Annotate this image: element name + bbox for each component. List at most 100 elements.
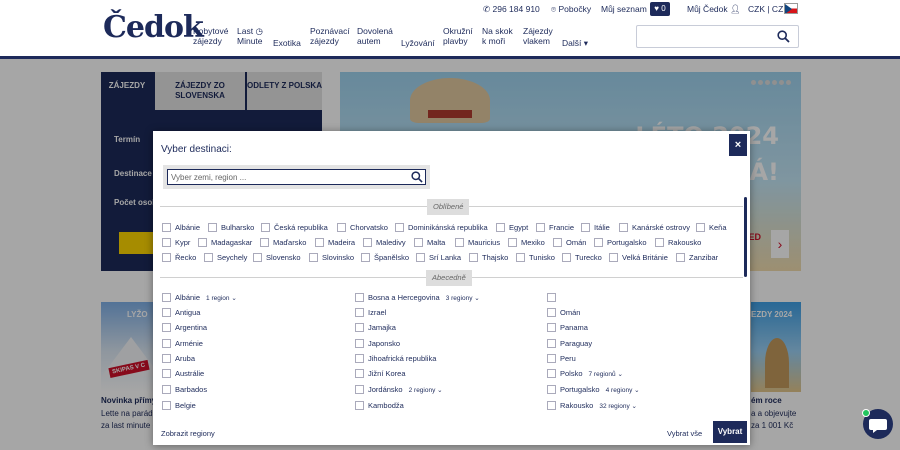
region-dropdown[interactable]: 3 regiony ⌄ <box>446 295 480 302</box>
scrollbar[interactable] <box>744 197 747 277</box>
region-dropdown[interactable]: 32 regiony ⌄ <box>599 403 637 410</box>
chevron-down-icon: ⌄ <box>631 403 637 410</box>
phone-link[interactable]: ✆ 296 184 910 <box>483 4 540 15</box>
checkbox-australie[interactable]: Austrálie <box>162 369 204 378</box>
user-icon: 👤︎ <box>730 4 741 14</box>
region-dropdown[interactable]: 2 regiony ⌄ <box>409 387 443 394</box>
checkbox-oman[interactable]: Omán <box>553 238 586 247</box>
checkbox-col3-partial[interactable] <box>547 293 560 302</box>
nav-item-zajezdy-vlakem[interactable]: Zájezdy vlakem <box>523 26 553 46</box>
location-pin-icon: ⌾ <box>551 4 557 14</box>
checkbox-jihoafricka-republika[interactable]: Jihoafrická republika <box>355 354 436 363</box>
checkbox-mexiko[interactable]: Mexiko <box>508 238 545 247</box>
checkbox-rakousko-alpha[interactable]: Rakousko 32 regiony ⌄ <box>547 401 637 410</box>
checkbox-spanelsko[interactable]: Španělsko <box>361 253 409 262</box>
checkbox-portugalsko-alpha[interactable]: Portugalsko 4 regiony ⌄ <box>547 385 640 394</box>
checkbox-turecko[interactable]: Turecko <box>562 253 602 262</box>
region-dropdown[interactable]: 1 region ⌄ <box>206 295 237 302</box>
checkbox-madeira[interactable]: Madeira <box>315 238 355 247</box>
checkbox-albanie[interactable]: Albánie <box>162 223 200 232</box>
section-alpha-label: Abecedně <box>426 270 472 286</box>
checkbox-mauricius[interactable]: Mauricius <box>455 238 500 247</box>
checkbox-slovensko[interactable]: Slovensko <box>253 253 301 262</box>
checkbox-kambodza[interactable]: Kambodža <box>355 401 404 410</box>
checkbox-sri-lanka[interactable]: Srí Lanka <box>416 253 461 262</box>
heart-icon: ♥ <box>654 4 660 13</box>
checkbox-recko[interactable]: Řecko <box>162 253 196 262</box>
search-icon[interactable] <box>777 30 790 43</box>
checkbox-japonsko[interactable]: Japonsko <box>355 339 400 348</box>
section-popular-header: Oblíbené <box>153 199 743 215</box>
checkbox-portugalsko[interactable]: Portugalsko <box>594 238 647 247</box>
checkbox-jordansko[interactable]: Jordánsko 2 regiony ⌄ <box>355 385 443 394</box>
checkbox-polsko[interactable]: Polsko 7 regionů ⌄ <box>547 369 623 378</box>
checkbox-maledivy[interactable]: Maledivy <box>363 238 406 247</box>
checkbox-aruba[interactable]: Aruba <box>162 354 195 363</box>
region-dropdown[interactable]: 7 regionů ⌄ <box>589 371 623 378</box>
nav-item-exotika[interactable]: Exotika <box>273 38 301 48</box>
checkbox-tunisko[interactable]: Tunisko <box>516 253 555 262</box>
checkbox-zanzibar[interactable]: Zanzibar <box>676 253 718 262</box>
checkbox-egypt[interactable]: Egypt <box>496 223 528 232</box>
checkbox-italie[interactable]: Itálie <box>581 223 610 232</box>
czech-flag-icon[interactable] <box>784 3 798 14</box>
checkbox-antigua[interactable]: Antigua <box>162 308 200 317</box>
checkbox-thajsko[interactable]: Thajsko <box>469 253 508 262</box>
close-button[interactable]: × <box>729 134 747 156</box>
checkbox-paraguay[interactable]: Paraguay <box>547 339 592 348</box>
checkbox-chorvatsko[interactable]: Chorvatsko <box>337 223 388 232</box>
checkbox-barbados[interactable]: Barbados <box>162 385 207 394</box>
nav-item-dalsi[interactable]: Další ▾ <box>562 38 588 48</box>
checkbox-kanarske-ostrovy[interactable]: Kanárské ostrovy <box>619 223 690 232</box>
checkbox-bosna-a-hercegovina[interactable]: Bosna a Hercegovina 3 regiony ⌄ <box>355 293 480 302</box>
checkbox-dominikanska-republika[interactable]: Dominikánská republika <box>395 223 488 232</box>
checkbox-argentina[interactable]: Argentina <box>162 323 207 332</box>
checkbox-rakousko[interactable]: Rakousko <box>655 238 701 247</box>
close-icon: × <box>734 139 742 151</box>
select-button[interactable]: Vybrat <box>713 421 747 443</box>
checkbox-seychely[interactable]: Seychely <box>204 253 247 262</box>
nav-item-na-skok-k-mori[interactable]: Na skok k moři <box>482 26 513 46</box>
cedok-logo[interactable]: Čedok <box>103 10 204 45</box>
checkbox-peru[interactable]: Peru <box>547 354 576 363</box>
my-list-link[interactable]: Můj seznam <box>601 4 647 14</box>
section-popular-label: Oblíbené <box>427 199 470 215</box>
checkbox-armenie[interactable]: Arménie <box>162 339 203 348</box>
checkbox-kena[interactable]: Keňa <box>696 223 727 232</box>
checkbox-belgie[interactable]: Belgie <box>162 401 196 410</box>
my-cedok-link[interactable]: Můj Čedok 👤︎ <box>687 4 741 15</box>
branches-link[interactable]: ⌾ Pobočky <box>551 4 591 15</box>
nav-item-dovolena-autem[interactable]: Dovolená autem <box>357 26 393 46</box>
checkbox-jizni-korea[interactable]: Jižní Korea <box>355 369 406 378</box>
nav-item-last-minute[interactable]: Last ◷ Minute <box>237 26 263 46</box>
nav-item-pobytove-zajezdy[interactable]: Pobytové zájezdy <box>193 26 228 46</box>
clock-icon: ◷ <box>255 26 263 36</box>
checkbox-oman-alpha[interactable]: Omán <box>547 308 580 317</box>
select-all-link[interactable]: Vybrat vše <box>667 429 702 438</box>
nav-item-lyzovani[interactable]: Lyžování <box>401 38 435 48</box>
checkbox-izrael[interactable]: Izrael <box>355 308 386 317</box>
checkbox-slovinsko[interactable]: Slovinsko <box>309 253 354 262</box>
nav-item-poznavaci-zajezdy[interactable]: Poznávací zájezdy <box>310 26 350 46</box>
region-dropdown[interactable]: 4 regiony ⌄ <box>606 387 640 394</box>
checkbox-albanie-alpha[interactable]: Albánie 1 region ⌄ <box>162 293 237 302</box>
checkbox-velka-britanie[interactable]: Velká Británie <box>609 253 668 262</box>
site-search-input[interactable] <box>636 25 799 48</box>
search-icon[interactable] <box>411 171 423 183</box>
checkbox-malta[interactable]: Malta <box>414 238 445 247</box>
checkbox-madagaskar[interactable]: Madagaskar <box>198 238 252 247</box>
currency-language-selector[interactable]: CZK | CZ <box>748 4 783 14</box>
checkbox-madarsko[interactable]: Maďarsko <box>260 238 306 247</box>
checkbox-francie[interactable]: Francie <box>536 223 574 232</box>
chat-button[interactable] <box>862 409 893 439</box>
checkbox-ceska-republika[interactable]: Česká republika <box>261 223 328 232</box>
chevron-down-icon: ▾ <box>583 38 589 48</box>
checkbox-panama[interactable]: Panama <box>547 323 588 332</box>
checkbox-bulharsko[interactable]: Bulharsko <box>208 223 254 232</box>
checkbox-kypr[interactable]: Kypr <box>162 238 190 247</box>
destination-search-input[interactable] <box>167 169 426 185</box>
checkbox-jamajka[interactable]: Jamajka <box>355 323 396 332</box>
favorites-badge[interactable]: ♥ 0 <box>650 2 670 16</box>
nav-item-okruzni-plavby[interactable]: Okružní plavby <box>443 26 473 46</box>
show-regions-link[interactable]: Zobrazit regiony <box>161 429 215 438</box>
